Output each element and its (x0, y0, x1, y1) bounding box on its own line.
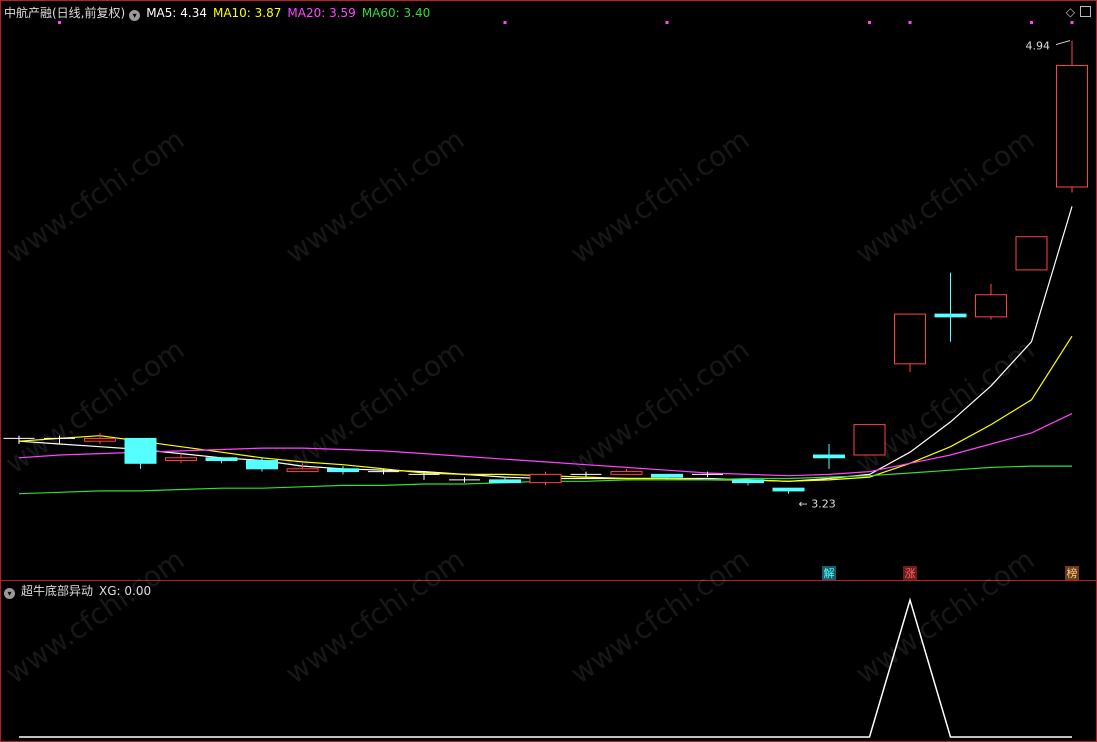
sub-header: ▾ 超牛底部异动 XG: 0.00 (4, 584, 157, 599)
top-mark (665, 21, 669, 24)
xg-line (19, 597, 1072, 738)
signal-badge-label: 榜 (1067, 566, 1078, 580)
candle-up[interactable] (286, 468, 319, 473)
candle-down[interactable] (205, 457, 238, 462)
top-mark (1030, 21, 1033, 24)
top-mark (58, 21, 61, 24)
stock-title: 中航产融(日线,前复权) (4, 6, 126, 20)
ma20-label: MA20: 3.59 (287, 6, 356, 20)
indicator-name: 超牛底部异动 (21, 584, 94, 598)
high-arrow (1055, 40, 1071, 46)
candle-up[interactable] (84, 437, 116, 442)
top-mark (1070, 21, 1074, 24)
window-controls: ◇ (1066, 5, 1091, 19)
ma5-label: MA5: 4.34 (146, 6, 207, 20)
signal-badge-label: 涨 (905, 567, 916, 580)
candle-down[interactable] (489, 479, 521, 484)
indicator-settings-icon[interactable]: ▾ (4, 588, 15, 599)
candle-up[interactable] (1015, 236, 1048, 271)
ma-line-ma20 (18, 413, 1073, 477)
candle-up[interactable] (610, 471, 643, 475)
signal-badge-label: 解 (824, 566, 835, 580)
candle-down[interactable] (651, 473, 683, 478)
candle-down[interactable] (934, 313, 967, 318)
candle-up[interactable] (1056, 64, 1088, 188)
top-mark (908, 21, 912, 24)
low-price-label: ← 3.23 (799, 498, 836, 511)
candle-up[interactable] (853, 424, 886, 456)
diamond-icon[interactable]: ◇ (1066, 5, 1075, 19)
maximize-icon[interactable] (1080, 6, 1091, 17)
candle-down[interactable] (732, 479, 764, 484)
ma60-label: MA60: 3.40 (361, 6, 431, 20)
candle-down[interactable] (813, 454, 845, 459)
xg-value: XG: 0.00 (99, 584, 152, 598)
candle-up[interactable] (529, 473, 562, 484)
candle-down[interactable] (246, 460, 278, 470)
high-price-label: 4.94 (1026, 40, 1051, 53)
chart-window: www.cfchi.com www.cfchi.com www.cfchi.com w… (0, 0, 1097, 742)
settings-icon[interactable]: ▾ (129, 10, 141, 21)
candle-up[interactable] (975, 294, 1007, 318)
candle-up[interactable] (165, 457, 197, 462)
candle-down[interactable] (772, 487, 805, 492)
candle-down[interactable] (124, 437, 157, 464)
top-mark (868, 21, 871, 24)
top-mark (503, 21, 507, 24)
candlestick-chart[interactable]: 4.94 ← 3.23 解 涨 榜 (0, 0, 1097, 742)
ma10-label: MA10: 3.87 (212, 6, 282, 20)
main-header: 中航产融(日线,前复权) ▾ MA5: 4.34 MA10: 3.87 MA20: 3.… (4, 6, 436, 21)
candle-down[interactable] (327, 468, 359, 473)
candle-up[interactable] (894, 313, 926, 365)
